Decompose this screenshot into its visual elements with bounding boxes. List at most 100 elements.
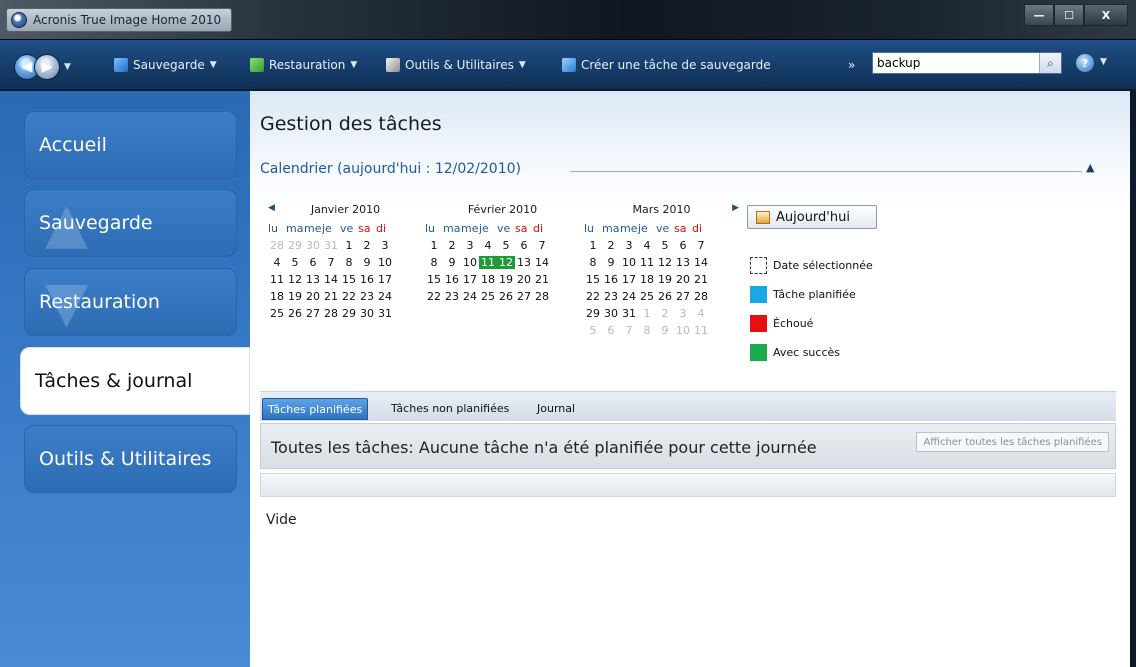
calendar-day[interactable]: 13: [304, 273, 322, 286]
calendar-day[interactable]: 27: [515, 290, 533, 303]
calendar-day[interactable]: 31: [620, 307, 638, 320]
calendar-day[interactable]: 28: [692, 290, 710, 303]
next-month-icon[interactable]: ▶: [732, 203, 739, 213]
calendar-day[interactable]: 27: [674, 290, 692, 303]
calendar-day[interactable]: 4: [692, 307, 710, 320]
forward-button[interactable]: ▶: [34, 54, 60, 80]
calendar-day[interactable]: 19: [497, 273, 515, 286]
calendar-day[interactable]: 8: [340, 256, 358, 269]
calendar-day[interactable]: 20: [304, 290, 322, 303]
history-dropdown-icon[interactable]: ▼: [64, 62, 71, 72]
calendar-day[interactable]: 7: [692, 239, 710, 252]
calendar-day[interactable]: 18: [268, 290, 286, 303]
calendar-day[interactable]: 25: [268, 307, 286, 320]
calendar-day[interactable]: 15: [340, 273, 358, 286]
calendar-day[interactable]: 12: [656, 256, 674, 269]
tab-journal[interactable]: Journal: [532, 398, 580, 420]
show-all-scheduled-button[interactable]: Afficher toutes les tâches planifiées: [916, 432, 1109, 452]
calendar-day[interactable]: 1: [584, 239, 602, 252]
minimize-button[interactable]: —: [1024, 4, 1054, 26]
calendar-day[interactable]: 6: [304, 256, 322, 269]
calendar-day[interactable]: 26: [656, 290, 674, 303]
calendar-day[interactable]: 17: [620, 273, 638, 286]
calendar-day[interactable]: 27: [304, 307, 322, 320]
calendar-day-today[interactable]: 12: [497, 256, 515, 269]
calendar-day[interactable]: 31: [376, 307, 394, 320]
calendar-day[interactable]: 6: [602, 324, 620, 337]
calendar-day[interactable]: 7: [620, 324, 638, 337]
calendar-day[interactable]: 1: [425, 239, 443, 252]
calendar-day[interactable]: 31: [322, 239, 340, 252]
calendar-day[interactable]: 28: [268, 239, 286, 252]
today-button[interactable]: Aujourd'hui: [747, 205, 877, 229]
tab-scheduled-tasks[interactable]: Tâches planifiées: [262, 398, 369, 420]
calendar-day[interactable]: 16: [358, 273, 376, 286]
sidebar-item-taches-journal[interactable]: Tâches & journal: [20, 347, 250, 415]
calendar-day[interactable]: 15: [425, 273, 443, 286]
calendar-day[interactable]: 21: [533, 273, 551, 286]
previous-month-icon[interactable]: ◀: [268, 203, 275, 213]
calendar-day[interactable]: 10: [376, 256, 394, 269]
sidebar-item-sauvegarde[interactable]: ▲ Sauvegarde: [24, 189, 237, 257]
calendar-day[interactable]: 25: [479, 290, 497, 303]
calendar-day[interactable]: 9: [656, 324, 674, 337]
calendar-day[interactable]: 6: [674, 239, 692, 252]
calendar-day[interactable]: 9: [443, 256, 461, 269]
close-button[interactable]: X: [1084, 4, 1128, 26]
sidebar-item-restauration[interactable]: ▼ Restauration: [24, 268, 237, 336]
calendar-day[interactable]: 24: [461, 290, 479, 303]
calendar-day[interactable]: 21: [692, 273, 710, 286]
calendar-day[interactable]: 19: [286, 290, 304, 303]
toolbar-create-task[interactable]: Créer une tâche de sauvegarde: [562, 58, 771, 72]
calendar-day[interactable]: 22: [584, 290, 602, 303]
calendar-day[interactable]: 23: [358, 290, 376, 303]
calendar-day[interactable]: 2: [602, 239, 620, 252]
calendar-day[interactable]: 30: [304, 239, 322, 252]
calendar-day[interactable]: 14: [322, 273, 340, 286]
calendar-day[interactable]: 9: [602, 256, 620, 269]
calendar-day[interactable]: 28: [322, 307, 340, 320]
calendar-day[interactable]: 8: [638, 324, 656, 337]
calendar-day[interactable]: 11: [268, 273, 286, 286]
calendar-day[interactable]: 12: [286, 273, 304, 286]
calendar-day[interactable]: 28: [533, 290, 551, 303]
calendar-day[interactable]: 22: [425, 290, 443, 303]
calendar-day[interactable]: 16: [602, 273, 620, 286]
calendar-day[interactable]: 10: [674, 324, 692, 337]
calendar-day[interactable]: 5: [286, 256, 304, 269]
calendar-day[interactable]: 4: [479, 239, 497, 252]
toolbar-tools-menu[interactable]: Outils & Utilitaires ▼: [386, 58, 526, 72]
calendar-day[interactable]: 23: [602, 290, 620, 303]
calendar-day[interactable]: 30: [602, 307, 620, 320]
calendar-day[interactable]: 13: [674, 256, 692, 269]
toolbar-overflow-button[interactable]: »: [848, 58, 855, 72]
calendar-day[interactable]: 8: [584, 256, 602, 269]
calendar-day[interactable]: 17: [461, 273, 479, 286]
calendar-day[interactable]: 25: [638, 290, 656, 303]
calendar-day[interactable]: 1: [340, 239, 358, 252]
calendar-day[interactable]: 11: [692, 324, 710, 337]
calendar-day[interactable]: 29: [286, 239, 304, 252]
calendar-day[interactable]: 13: [515, 256, 533, 269]
calendar-day[interactable]: 17: [376, 273, 394, 286]
calendar-day[interactable]: 5: [497, 239, 515, 252]
calendar-day[interactable]: 3: [674, 307, 692, 320]
calendar-day[interactable]: 14: [533, 256, 551, 269]
tab-unscheduled-tasks[interactable]: Tâches non planifiées: [386, 398, 514, 420]
calendar-day[interactable]: 2: [656, 307, 674, 320]
calendar-day[interactable]: 29: [340, 307, 358, 320]
calendar-day[interactable]: 11: [638, 256, 656, 269]
calendar-day[interactable]: 20: [674, 273, 692, 286]
calendar-day[interactable]: 24: [620, 290, 638, 303]
calendar-day[interactable]: 1: [638, 307, 656, 320]
calendar-day[interactable]: 26: [286, 307, 304, 320]
sidebar-item-accueil[interactable]: Accueil: [24, 111, 237, 179]
calendar-day[interactable]: 29: [584, 307, 602, 320]
calendar-day[interactable]: 22: [340, 290, 358, 303]
calendar-day[interactable]: 23: [443, 290, 461, 303]
calendar-day[interactable]: 2: [358, 239, 376, 252]
calendar-day[interactable]: 3: [620, 239, 638, 252]
calendar-day[interactable]: 7: [322, 256, 340, 269]
maximize-button[interactable]: ☐: [1054, 4, 1084, 26]
calendar-day[interactable]: 5: [584, 324, 602, 337]
